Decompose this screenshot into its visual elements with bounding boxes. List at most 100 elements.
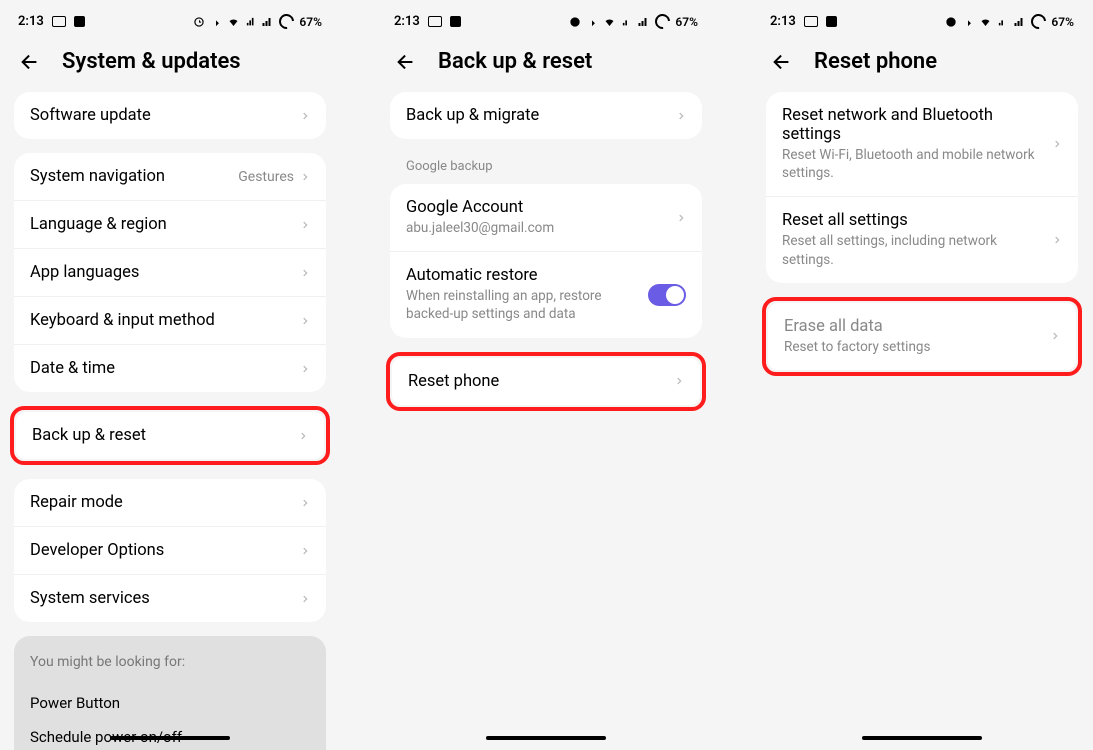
row-label: Keyboard & input method [30,311,300,330]
row-subtitle: Reset to factory settings [784,338,1050,356]
chevron-right-icon [300,362,310,376]
battery-ring-icon [276,11,297,32]
row-reset-all[interactable]: Reset all settings Reset all settings, i… [766,197,1078,282]
battery-ring-icon [1028,11,1049,32]
toggle-switch[interactable] [648,284,686,306]
row-label: Back up & migrate [406,106,676,125]
row-subtitle: Reset all settings, including network se… [782,232,1052,268]
wifi-icon [602,16,617,28]
chevron-right-icon [298,429,308,443]
row-label: Reset all settings [782,211,1052,230]
signal-icon [998,16,1008,28]
phone-screen-3: 2:13 67% Reset phone Reset network and B… [752,0,1092,750]
notif-icon-2 [450,16,461,27]
page-title: System & updates [62,49,241,74]
signal-icon [622,16,632,28]
page-header: Back up & reset [376,37,716,92]
suggest-item[interactable]: Power Button [30,686,310,720]
row-label: System services [30,589,300,608]
row-label: Repair mode [30,493,300,512]
page-title: Reset phone [814,49,937,74]
row-label: Google Account [406,198,676,217]
phone-screen-1: 2:13 67% System & updates Software updat… [0,0,340,750]
suggest-item[interactable]: Schedule power on/off [30,720,310,750]
battery-text: 67% [1051,15,1074,29]
settings-group-1: Back up & migrate [390,92,702,139]
signal-icon-2 [637,16,650,28]
notif-icon [804,16,818,27]
signal-icon [246,16,256,28]
chevron-right-icon [300,314,310,328]
row-keyboard-input[interactable]: Keyboard & input method [14,297,326,345]
status-bar: 2:13 67% [376,0,716,37]
status-time: 2:13 [18,14,44,29]
row-reset-network[interactable]: Reset network and Bluetooth settings Res… [766,92,1078,197]
row-system-services[interactable]: System services [14,575,326,622]
nav-handle[interactable] [110,736,230,740]
notif-icon [428,16,442,27]
row-label: Language & region [30,215,300,234]
back-button[interactable] [394,50,418,74]
row-reset-phone[interactable]: Reset phone [392,358,700,405]
row-label: Back up & reset [32,426,298,445]
chevron-right-icon [300,592,310,606]
bluetooth-icon [587,15,597,29]
row-subtitle: When reinstalling an app, restore backed… [406,287,648,323]
row-label: Erase all data [784,317,1050,336]
status-bar: 2:13 67% [752,0,1092,37]
chevron-right-icon [300,496,310,510]
row-language-region[interactable]: Language & region [14,201,326,249]
chevron-right-icon [676,109,686,123]
row-label: Date & time [30,359,300,378]
row-backup-reset[interactable]: Back up & reset [16,412,324,459]
page-title: Back up & reset [438,49,592,74]
highlight-box: Back up & reset [10,406,330,465]
highlight-box: Reset phone [386,352,706,411]
suggest-panel: You might be looking for: Power Button S… [14,636,326,750]
chevron-right-icon [300,109,310,123]
row-google-account[interactable]: Google Account abu.jaleel30@gmail.com [390,184,702,252]
row-developer-options[interactable]: Developer Options [14,527,326,575]
chevron-right-icon [676,211,686,225]
back-button[interactable] [18,50,42,74]
status-time: 2:13 [770,14,796,29]
back-button[interactable] [770,50,794,74]
status-time: 2:13 [394,14,420,29]
signal-icon-2 [1013,16,1026,28]
chevron-right-icon [1052,137,1062,151]
chevron-right-icon [300,544,310,558]
notif-icon-2 [74,16,85,27]
chevron-right-icon [300,218,310,232]
nav-handle[interactable] [862,736,982,740]
suggest-heading: You might be looking for: [30,654,310,670]
wifi-icon [226,16,241,28]
chevron-right-icon [300,266,310,280]
row-date-time[interactable]: Date & time [14,345,326,392]
status-bar: 2:13 67% [0,0,340,37]
bluetooth-icon [211,15,221,29]
row-automatic-restore[interactable]: Automatic restore When reinstalling an a… [390,252,702,337]
page-header: Reset phone [752,37,1092,92]
row-software-update[interactable]: Software update [14,92,326,139]
signal-icon-2 [261,16,274,28]
row-label: App languages [30,263,300,282]
highlight-box: Erase all data Reset to factory settings [762,297,1082,376]
notif-icon [52,16,66,27]
bluetooth-icon [963,15,973,29]
row-system-navigation[interactable]: System navigation Gestures [14,153,326,201]
row-backup-migrate[interactable]: Back up & migrate [390,92,702,139]
row-label: Reset phone [408,372,674,391]
alarm-icon [568,15,582,29]
chevron-right-icon [300,170,310,184]
row-label: System navigation [30,167,238,186]
row-label: Software update [30,106,300,125]
battery-ring-icon [652,11,673,32]
row-value: Gestures [238,169,294,185]
row-erase-all-data[interactable]: Erase all data Reset to factory settings [768,303,1076,370]
settings-group-1: Software update [14,92,326,139]
row-app-languages[interactable]: App languages [14,249,326,297]
row-repair-mode[interactable]: Repair mode [14,479,326,527]
row-label: Developer Options [30,541,300,560]
alarm-icon [192,15,206,29]
nav-handle[interactable] [486,736,606,740]
